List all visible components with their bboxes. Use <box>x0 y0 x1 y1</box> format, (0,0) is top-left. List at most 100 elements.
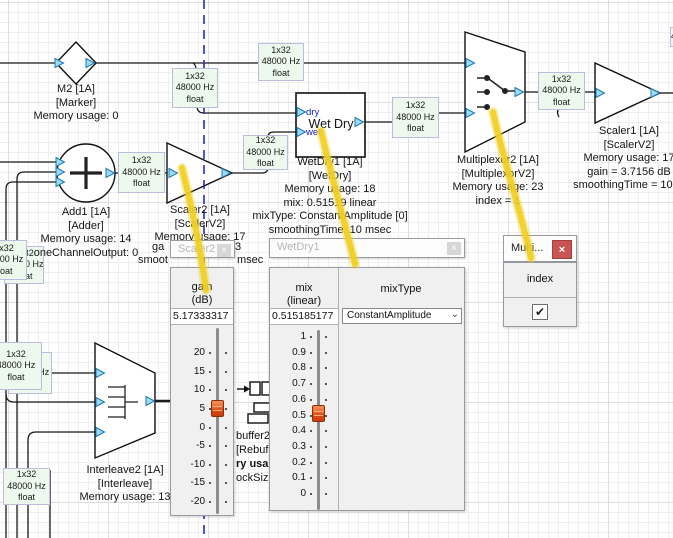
multiplexor2-annotation: Multiplexor2 [1A][MultiplexorV2]Memory u… <box>452 154 543 208</box>
schematic-canvas: 1x3248000 Hzfloat 1x3248000 Hzfloat 1x32… <box>0 0 673 538</box>
slider-tick-dot <box>310 430 312 432</box>
slider-tick-label: -20 <box>191 496 205 507</box>
scaler2-slider-track[interactable] <box>216 328 219 514</box>
slider-handle[interactable] <box>211 400 224 417</box>
signal-format-box: 1x3248000 Hzfloat <box>0 342 42 390</box>
slider-tick-label: 0 <box>300 488 306 499</box>
slider-tick-dot <box>310 399 312 401</box>
slider-tick-label: -15 <box>191 477 205 488</box>
rebuffer-fragment-2: [Rebuf <box>236 444 268 458</box>
signal-format-box: 1x3248000 Hzfloat <box>172 68 218 108</box>
mixtype-selected-value: ConstantAmplitude <box>347 310 432 321</box>
multiplexor-panel[interactable]: index ✔ <box>503 262 577 327</box>
scaler1-output-port[interactable] <box>651 89 660 98</box>
slider-tick-label: 20 <box>194 347 205 358</box>
scaler2-annotation: Scaler2 [1A][ScalerV2]Memory usage: 17 <box>154 204 245 245</box>
slider-tick-dot <box>225 352 227 354</box>
slider-tick-label: 0.1 <box>292 472 306 483</box>
slider-tick-dot <box>225 427 227 429</box>
scaler2-gain-fragment-right: 3 <box>235 241 241 255</box>
slider-tick-label: 0.8 <box>292 362 306 373</box>
slider-tick-dot <box>225 464 227 466</box>
panel-row-divider <box>504 297 576 298</box>
slider-tick-dot <box>325 415 327 417</box>
signal-format-box: 1x3248000 Hzfloat <box>118 152 165 193</box>
slider-tick-dot <box>225 445 227 447</box>
wetdry1-panel-title: WetDry1 <box>277 241 320 253</box>
slider-tick-label: 5 <box>199 403 205 414</box>
mixtype-column-label: mixType <box>338 283 464 296</box>
rebuffer-fragment-4: ockSiz <box>236 472 268 486</box>
scaler2-smoothing-fragment-left: smoot <box>138 254 168 268</box>
wetdry1-value-field[interactable]: 0.515185177 <box>270 308 338 325</box>
scaler2-panel-title: Scaler2 <box>178 243 215 255</box>
multiplexor-panel-close-button[interactable]: × <box>552 240 572 259</box>
scaler2-smoothing-fragment-right: msec <box>237 254 263 268</box>
slider-tick-dot <box>225 389 227 391</box>
slider-tick-dot <box>209 445 211 447</box>
slider-tick-dot <box>310 352 312 354</box>
slider-tick-dot <box>225 371 227 373</box>
slider-tick-label: 0 <box>199 422 205 433</box>
index-checkbox[interactable]: ✔ <box>532 304 548 320</box>
slider-tick-label: -5 <box>196 440 205 451</box>
slider-tick-dot <box>209 352 211 354</box>
signal-format-box: 1x3248000 Hzfloat <box>3 468 50 505</box>
signal-format-box: 1x3248000 Hzfloat <box>258 43 304 81</box>
scaler1-annotation: Scaler1 [1A][ScalerV2]Memory usage: 17ga… <box>573 125 673 193</box>
slider-tick-dot <box>209 389 211 391</box>
slider-tick-label: 15 <box>194 366 205 377</box>
slider-tick-dot <box>325 383 327 385</box>
slider-tick-label: 0.2 <box>292 457 306 468</box>
slider-tick-dot <box>209 501 211 503</box>
multiplexor-panel-titlebar[interactable]: Multi... × <box>503 235 577 262</box>
scaler2-value-field[interactable]: 5.17333317 <box>171 308 233 325</box>
slider-tick-dot <box>325 430 327 432</box>
wetdry1-unit-label: (linear) <box>270 295 338 308</box>
scaler2-param-label: gain <box>171 281 233 294</box>
scaler2-panel-close-button[interactable]: × <box>217 244 231 257</box>
slider-tick-dot <box>225 482 227 484</box>
scaler2-unit-label: (dB) <box>171 294 233 307</box>
scaler2-panel-titlebar[interactable]: Scaler2 × <box>170 240 235 258</box>
slider-tick-dot <box>310 477 312 479</box>
slider-tick-label: 0.9 <box>292 347 306 358</box>
slider-tick-dot <box>310 383 312 385</box>
slider-tick-dot <box>225 501 227 503</box>
panel-column-divider <box>338 268 339 510</box>
mixtype-dropdown[interactable]: ConstantAmplitude ⌄ <box>342 308 462 324</box>
slider-tick-dot <box>325 367 327 369</box>
slider-tick-dot <box>325 336 327 338</box>
wetdry1-panel[interactable]: mix (linear) mixType 0.515185177 Constan… <box>269 267 465 511</box>
scaler2-panel[interactable]: gain (dB) 5.17333317 20 15 10 5 0 -5 -10 -15 -20 <box>170 267 234 516</box>
add1-annotation: Add1 [1A][Adder]Memory usage: 14oneChann… <box>34 206 139 260</box>
wire-branch-interleave-in2 <box>6 394 96 402</box>
slider-tick-label: 0.3 <box>292 441 306 452</box>
slider-tick-dot <box>225 408 227 410</box>
index-param-label: index <box>504 273 576 286</box>
signal-format-box: 1x3248000 Hzfloat <box>392 97 439 138</box>
wetdry1-param-label: mix <box>270 282 338 295</box>
slider-tick-dot <box>325 477 327 479</box>
slider-tick-label: 10 <box>194 384 205 395</box>
slider-tick-label: -10 <box>191 459 205 470</box>
slider-tick-dot <box>209 371 211 373</box>
wetdry1-panel-close-button[interactable]: × <box>447 242 461 255</box>
slider-tick-dot <box>310 446 312 448</box>
slider-tick-dot <box>310 462 312 464</box>
slider-handle[interactable] <box>312 405 325 422</box>
slider-tick-label: 0.4 <box>292 425 306 436</box>
slider-tick-dot <box>209 464 211 466</box>
slider-tick-label: 0.7 <box>292 378 306 389</box>
slider-tick-label: 0.5 <box>292 410 306 421</box>
slider-tick-dot <box>310 336 312 338</box>
scaler2-gain-fragment-left: ga <box>152 241 164 255</box>
signal-format-box: 1x3248000 Hzfloat <box>538 72 585 110</box>
interleave2-annotation: Interleave2 [1A][Interleave]Memory usage… <box>79 464 170 505</box>
slider-tick-dot <box>310 493 312 495</box>
rebuffer-fragment-3: ry usa <box>236 458 268 472</box>
slider-tick-label: 1 <box>300 331 306 342</box>
slider-tick-dot <box>209 427 211 429</box>
chevron-down-icon: ⌄ <box>451 308 459 322</box>
wetdry1-panel-titlebar[interactable]: WetDry1 × <box>269 238 465 258</box>
